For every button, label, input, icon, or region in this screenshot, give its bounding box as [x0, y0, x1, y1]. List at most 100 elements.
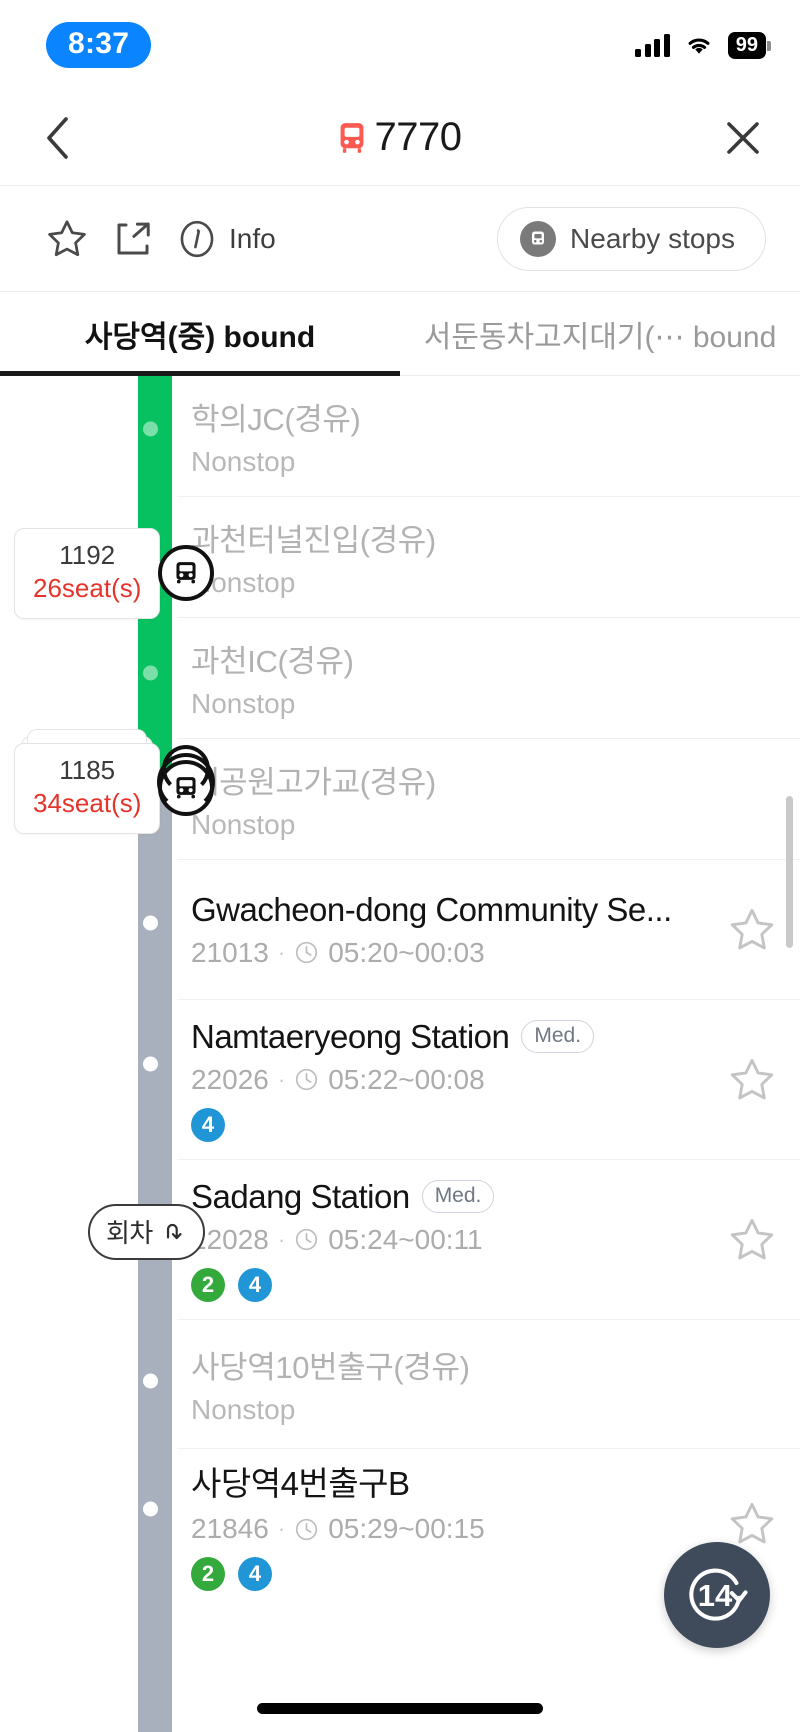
stop-code: 21013	[191, 936, 269, 968]
clock-icon	[296, 1518, 318, 1540]
stop-sub: Nonstop	[191, 688, 296, 719]
stop-dot	[143, 1373, 158, 1389]
subway-line-badge: 4	[191, 1107, 225, 1142]
list-item[interactable]: 학의JC(경유) Nonstop	[177, 376, 800, 497]
route-number: 7770	[374, 115, 462, 159]
star-outline-icon	[730, 908, 774, 949]
status-time: 8:37	[46, 22, 152, 68]
share-button[interactable]	[100, 206, 166, 272]
clock-icon	[296, 1068, 318, 1091]
star-outline-icon	[730, 1218, 774, 1259]
bus-callout-box: 1192 26seat(s)	[14, 528, 172, 619]
star-outline-icon	[48, 219, 86, 256]
stop-code: 22026	[191, 1063, 269, 1095]
status-badge: Med.	[521, 1019, 595, 1054]
stop-dot	[143, 915, 158, 931]
battery-indicator: 99	[727, 31, 772, 59]
stop-name: 사당역4번출구B	[191, 1465, 410, 1502]
list-item[interactable]: Namtaeryeong Station Med. 22026 · 05:22~…	[177, 1000, 800, 1160]
bus-position-icon	[158, 545, 215, 602]
star-outline-icon	[730, 1058, 774, 1099]
stop-rows: 학의JC(경유) Nonstop 과천터널진입(경유) Nonstop 과천IC…	[177, 376, 800, 1599]
list-item[interactable]: 대공원고가교(경유) Nonstop	[177, 739, 800, 860]
stop-name: Sadang Station	[191, 1177, 410, 1215]
close-button[interactable]	[720, 115, 766, 161]
bus-route-screen: 8:37 99 7770 Info Nearby stops 사당역(중) bo…	[0, 0, 800, 1732]
bus-icon	[340, 122, 363, 153]
nav-bar: 7770	[0, 90, 800, 186]
tab-sadang-bound[interactable]: 사당역(중) bound	[0, 292, 400, 376]
bus-seat-count: 26seat(s)	[33, 572, 142, 603]
bus-stop-icon	[520, 220, 557, 257]
bus-callout-box: 1185 34seat(s)	[14, 729, 172, 834]
stop-sub: Nonstop	[191, 567, 296, 598]
subway-line-badge: 4	[238, 1557, 272, 1591]
refresh-countdown: 14	[697, 1578, 733, 1613]
status-indicators: 99	[635, 31, 772, 59]
stop-hours: 05:24~00:11	[328, 1223, 483, 1255]
nearby-stops-label: Nearby stops	[570, 222, 735, 254]
stop-name: Namtaeryeong Station	[191, 1017, 510, 1055]
stop-hours: 05:20~00:03	[328, 936, 485, 968]
stop-favorite-button[interactable]	[704, 1055, 800, 1105]
wifi-icon	[688, 38, 710, 54]
nearby-stops-button[interactable]: Nearby stops	[497, 206, 766, 271]
list-item[interactable]: Gwacheon-dong Community Se... 21013 · 05…	[177, 860, 800, 1000]
clock-icon	[296, 1228, 318, 1251]
stop-dot	[143, 665, 158, 681]
meta-separator: ·	[277, 1226, 286, 1252]
list-item[interactable]: 과천터널진입(경유) Nonstop	[177, 497, 800, 618]
subway-line-badge: 2	[191, 1267, 225, 1302]
stop-name: 과천IC(경유)	[191, 644, 354, 679]
favorite-button[interactable]	[34, 206, 100, 272]
bus-marker-1192[interactable]: 1192 26seat(s)	[14, 528, 215, 619]
turnaround-badge: 회차	[88, 1204, 205, 1260]
stop-favorite-button[interactable]	[704, 1215, 800, 1265]
meta-separator: ·	[277, 939, 286, 965]
turnaround-label: 회차	[106, 1218, 153, 1248]
stop-hours: 05:22~00:08	[328, 1063, 485, 1095]
bus-glyph	[176, 777, 196, 799]
stop-list[interactable]: 학의JC(경유) Nonstop 과천터널진입(경유) Nonstop 과천IC…	[0, 376, 800, 1732]
bus-stop-glyph	[532, 231, 545, 244]
cellular-signal-icon	[635, 33, 670, 57]
status-badge: Med.	[421, 1179, 495, 1214]
stop-sub: Nonstop	[191, 809, 296, 840]
bus-vehicle-id: 1185	[59, 755, 116, 785]
info-button[interactable]: Info	[176, 218, 276, 260]
clock-icon	[296, 941, 318, 964]
close-icon	[727, 121, 759, 154]
stop-dot	[143, 1501, 158, 1517]
stop-dot	[143, 421, 158, 437]
stop-name: 과천터널진입(경유)	[191, 523, 436, 558]
star-outline-icon	[730, 1502, 774, 1544]
stop-sub: Nonstop	[191, 1394, 296, 1425]
stop-sub: Nonstop	[191, 446, 296, 477]
stop-name: 대공원고가교(경유)	[191, 765, 436, 800]
chevron-left-icon	[47, 116, 68, 159]
bus-position-icon	[158, 760, 215, 817]
stop-dot	[143, 1056, 158, 1072]
status-bar: 8:37 99	[0, 0, 800, 90]
bus-glyph	[176, 562, 196, 584]
info-circle-icon	[180, 220, 214, 257]
list-item[interactable]: 과천IC(경유) Nonstop	[177, 618, 800, 739]
stop-name: 사당역10번출구(경유)	[191, 1350, 470, 1385]
home-indicator	[257, 1703, 543, 1714]
direction-tabs: 사당역(중) bound 서둔동차고지대기(⋯ bound	[0, 292, 800, 376]
subway-line-badge: 2	[191, 1557, 225, 1591]
stop-hours: 05:29~00:15	[328, 1513, 485, 1544]
stop-name: 학의JC(경유)	[191, 402, 361, 437]
back-button[interactable]	[34, 115, 80, 161]
refresh-button[interactable]: 14	[664, 1542, 770, 1648]
list-item[interactable]: 사당역10번출구(경유) Nonstop	[177, 1320, 800, 1449]
stop-name: Gwacheon-dong Community Se...	[191, 890, 672, 928]
meta-separator: ·	[277, 1066, 286, 1092]
action-bar: Info Nearby stops	[0, 186, 800, 292]
vertical-scrollbar[interactable]	[786, 796, 793, 948]
list-item[interactable]: Sadang Station Med. 22028 · 05:24~00:11	[177, 1160, 800, 1320]
bus-marker-1185[interactable]: 1185 34seat(s)	[14, 729, 215, 834]
tab-seodundong-bound[interactable]: 서둔동차고지대기(⋯ bound	[400, 292, 800, 376]
page-title: 7770	[0, 115, 800, 160]
share-icon	[117, 222, 150, 254]
